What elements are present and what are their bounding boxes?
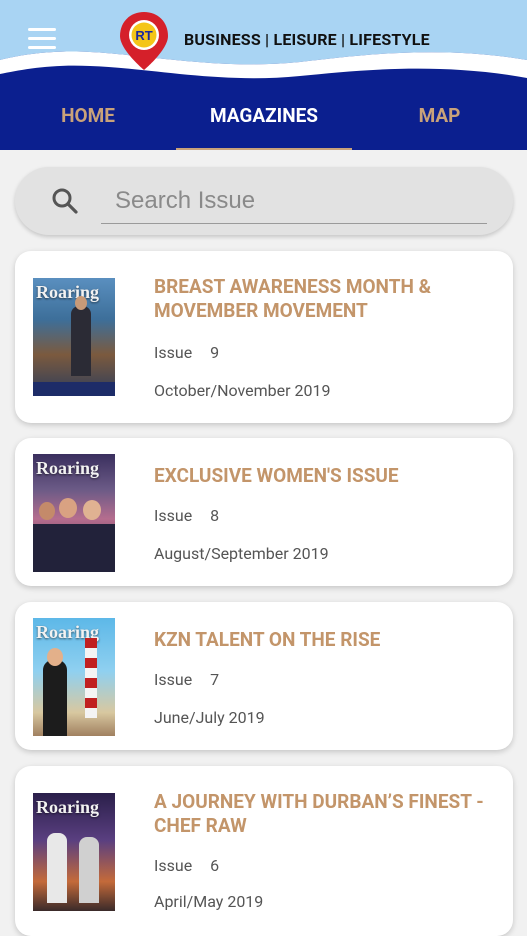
issue-card[interactable]: Roaring KZN TALENT ON THE RISE Issue 7 Ju… (15, 602, 513, 750)
app-header: RT BUSINESS | LEISURE | LIFESTYLE HOME M… (0, 0, 527, 150)
issue-number-row: Issue 9 (154, 343, 219, 362)
issue-number-row: Issue 6 (154, 856, 219, 875)
issue-card[interactable]: Roaring BREAST AWARENESS MONTH & MOVEMBE… (15, 251, 513, 423)
main-tabs: HOME MAGAZINES MAP (0, 96, 527, 150)
logo-pin-icon: RT (120, 12, 168, 70)
issue-number: 9 (210, 343, 220, 362)
issue-label: Issue (154, 670, 193, 689)
issue-number: 6 (210, 856, 220, 875)
issue-label: Issue (154, 856, 193, 875)
issue-label: Issue (154, 343, 193, 362)
issue-title: KZN TALENT ON THE RISE (154, 628, 381, 651)
issue-cover-image: Roaring (33, 278, 115, 396)
issue-date: April/May 2019 (154, 892, 264, 911)
issue-number-row: Issue 8 (154, 506, 219, 525)
issue-cover-image: Roaring (33, 793, 115, 911)
tab-magazines[interactable]: MAGAZINES (176, 96, 352, 150)
tab-map[interactable]: MAP (352, 96, 527, 150)
issue-number: 7 (210, 670, 220, 689)
search-underline (101, 223, 487, 224)
issue-cover-image: Roaring (33, 454, 115, 572)
issue-number-row: Issue 7 (154, 670, 219, 689)
tab-home[interactable]: HOME (0, 96, 176, 150)
issue-title: A JOURNEY WITH DURBAN’S FINEST - CHEF RA… (154, 790, 484, 837)
hamburger-menu-icon[interactable] (28, 28, 56, 50)
issue-date: October/November 2019 (154, 381, 331, 400)
issue-date: August/September 2019 (154, 544, 329, 563)
issue-date: June/July 2019 (154, 708, 265, 727)
svg-text:RT: RT (135, 28, 152, 43)
header-tagline: BUSINESS | LEISURE | LIFESTYLE (184, 30, 430, 49)
issue-cover-image: Roaring (33, 618, 115, 736)
header-wave (0, 0, 527, 79)
issue-card[interactable]: Roaring EXCLUSIVE WOMEN'S ISSUE Issue 8 A… (15, 438, 513, 586)
issue-number: 8 (210, 506, 220, 525)
search-icon[interactable] (51, 187, 79, 215)
search-input[interactable] (113, 181, 477, 221)
issue-title: BREAST AWARENESS MONTH & MOVEMBER MOVEME… (154, 275, 432, 322)
issue-card[interactable]: Roaring A JOURNEY WITH DURBAN’S FINEST -… (15, 766, 513, 936)
search-bar (15, 167, 513, 235)
issue-title: EXCLUSIVE WOMEN'S ISSUE (154, 464, 399, 487)
issue-label: Issue (154, 506, 193, 525)
